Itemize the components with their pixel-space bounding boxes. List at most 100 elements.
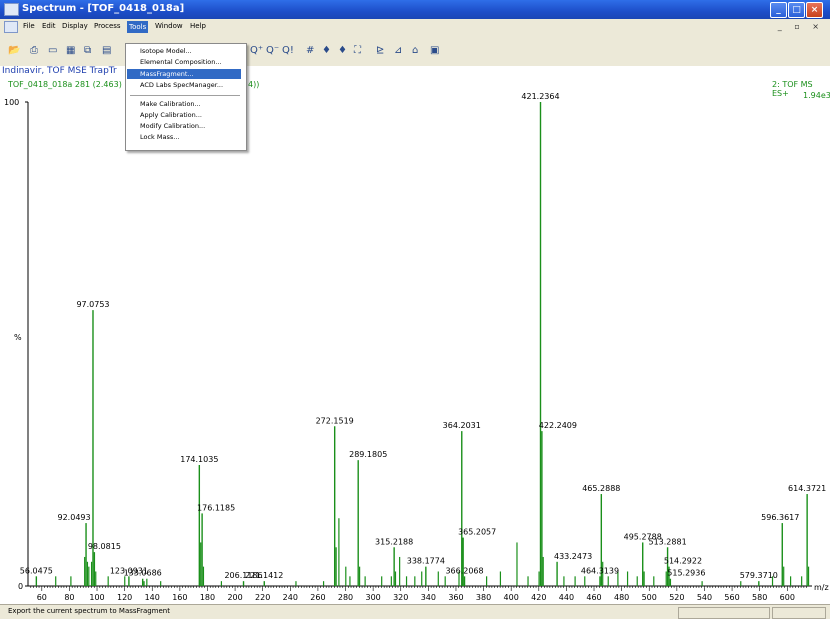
x-tick-label: 320 bbox=[393, 593, 408, 602]
print-preview-icon[interactable]: ▭ bbox=[48, 45, 57, 56]
x-tick-label: 200 bbox=[227, 593, 242, 602]
peak-label: 422.2409 bbox=[539, 421, 577, 430]
menu-help[interactable]: Help bbox=[190, 22, 206, 30]
menu-display[interactable]: Display bbox=[62, 22, 88, 30]
peak-label: 366.2068 bbox=[445, 566, 483, 575]
peak-label: 579.3710 bbox=[740, 571, 778, 580]
y-tick-label: 0 bbox=[18, 582, 23, 591]
zoom-out-icon[interactable]: Q⁻ bbox=[266, 45, 279, 56]
x-tick-label: 60 bbox=[37, 593, 47, 602]
x-tick-label: 440 bbox=[559, 593, 574, 602]
x-tick-label: 560 bbox=[724, 593, 739, 602]
sample-description: Indinavir, TOF MSE TrapTr bbox=[2, 66, 117, 76]
menu-window[interactable]: Window bbox=[155, 22, 183, 30]
zoom-in-icon[interactable]: Q⁺ bbox=[250, 45, 263, 56]
menu-item-lock-mass[interactable]: Lock Mass... bbox=[140, 133, 179, 141]
peak-label: 365.2057 bbox=[458, 528, 496, 537]
peak-icon[interactable]: ⊵ bbox=[376, 45, 384, 56]
peak-label: 514.2922 bbox=[664, 557, 702, 566]
x-axis-unit: m/z bbox=[814, 583, 829, 592]
menu-edit[interactable]: Edit bbox=[42, 22, 56, 30]
peak-label: 133.0686 bbox=[124, 569, 162, 578]
x-tick-label: 300 bbox=[365, 593, 380, 602]
peak-label: 614.3721 bbox=[788, 484, 826, 493]
print-icon[interactable]: ⎙ bbox=[30, 45, 38, 56]
grid-icon[interactable]: # bbox=[306, 45, 314, 56]
x-tick-label: 580 bbox=[752, 593, 767, 602]
peak-label: 98.0815 bbox=[88, 542, 121, 551]
peak-label: 596.3617 bbox=[761, 513, 799, 522]
peak-label: 272.1519 bbox=[316, 416, 354, 425]
x-tick-label: 420 bbox=[531, 593, 546, 602]
menu-process[interactable]: Process bbox=[94, 22, 121, 30]
open-icon[interactable]: 📂 bbox=[8, 45, 20, 56]
peak-label: 176.1185 bbox=[197, 503, 235, 512]
fit-icon[interactable]: ⛶ bbox=[354, 45, 361, 56]
save-icon[interactable]: ▣ bbox=[430, 45, 439, 56]
zoom-reset-icon[interactable]: Q! bbox=[282, 45, 294, 56]
scan-info: TOF_0418_018a 281 (2.463) bbox=[8, 80, 122, 89]
x-tick-label: 120 bbox=[117, 593, 132, 602]
menu-item-isotope-model[interactable]: Isotope Model... bbox=[140, 47, 192, 55]
x-tick-label: 280 bbox=[338, 593, 353, 602]
peak-label: 513.2881 bbox=[648, 537, 686, 546]
scan-info-suffix: 4)) bbox=[248, 80, 260, 89]
menu-item-massfragment[interactable]: MassFragment... bbox=[127, 69, 241, 79]
app-icon bbox=[4, 3, 19, 16]
x-tick-label: 260 bbox=[310, 593, 325, 602]
x-tick-label: 480 bbox=[614, 593, 629, 602]
peak-label: 338.1774 bbox=[407, 557, 445, 566]
peak-label: 289.1805 bbox=[349, 450, 387, 459]
diamond2-icon[interactable]: ♦ bbox=[338, 45, 347, 56]
chart-icon[interactable]: ⊿ bbox=[394, 45, 402, 56]
x-tick-label: 240 bbox=[283, 593, 298, 602]
peak-label: 515.2936 bbox=[667, 569, 705, 578]
window-title: Spectrum - [TOF_0418_018a] bbox=[22, 3, 185, 14]
mdi-window-controls[interactable]: _ ▫ × bbox=[778, 22, 824, 31]
status-pane bbox=[678, 607, 770, 619]
x-tick-label: 380 bbox=[476, 593, 491, 602]
x-tick-label: 360 bbox=[448, 593, 463, 602]
x-tick-label: 80 bbox=[64, 593, 74, 602]
diamond-icon[interactable]: ♦ bbox=[322, 45, 331, 56]
peak-label: 433.2473 bbox=[554, 552, 592, 561]
menu-item-modify-calibration[interactable]: Modify Calibration... bbox=[140, 122, 205, 130]
document-icon bbox=[4, 21, 18, 33]
home-icon[interactable]: ⌂ bbox=[412, 45, 418, 56]
x-tick-label: 460 bbox=[586, 593, 601, 602]
minimize-button[interactable]: _ bbox=[770, 2, 787, 18]
menu-item-apply-calibration[interactable]: Apply Calibration... bbox=[140, 111, 202, 119]
paste-icon[interactable]: ▤ bbox=[102, 45, 111, 56]
menu-file[interactable]: File bbox=[23, 22, 35, 30]
peak-label: 315.2188 bbox=[375, 537, 413, 546]
x-tick-label: 340 bbox=[421, 593, 436, 602]
status-text: Export the current spectrum to MassFragm… bbox=[8, 607, 170, 615]
peak-label: 364.2031 bbox=[443, 421, 481, 430]
x-tick-label: 140 bbox=[145, 593, 160, 602]
y-tick-label: 100 bbox=[4, 98, 19, 107]
menu-separator bbox=[130, 95, 240, 96]
close-button[interactable]: × bbox=[806, 2, 823, 18]
x-tick-label: 600 bbox=[780, 593, 795, 602]
menu-tools[interactable]: Tools bbox=[127, 21, 149, 33]
intensity-label: 1.94e3 bbox=[803, 91, 830, 100]
copy-icon[interactable]: ⧉ bbox=[84, 45, 91, 56]
maximize-button[interactable]: □ bbox=[788, 2, 805, 18]
menu-item-elemental-composition[interactable]: Elemental Composition... bbox=[140, 58, 222, 66]
peak-label: 465.2888 bbox=[582, 484, 620, 493]
x-tick-label: 500 bbox=[642, 593, 657, 602]
copy-picture-icon[interactable]: ▦ bbox=[66, 45, 75, 56]
x-tick-label: 220 bbox=[255, 593, 270, 602]
x-tick-label: 540 bbox=[697, 593, 712, 602]
menu-item-acd-labs[interactable]: ACD Labs SpecManager... bbox=[140, 81, 223, 89]
peak-label: 56.0475 bbox=[20, 566, 53, 575]
menu-item-make-calibration[interactable]: Make Calibration... bbox=[140, 100, 201, 108]
status-bar: Export the current spectrum to MassFragm… bbox=[0, 604, 830, 619]
peak-label: 92.0493 bbox=[58, 513, 91, 522]
x-tick-label: 180 bbox=[200, 593, 215, 602]
menu-bar: File Edit Display Process Tools Window H… bbox=[0, 19, 830, 36]
x-tick-label: 520 bbox=[669, 593, 684, 602]
status-pane bbox=[772, 607, 826, 619]
y-axis-label: % bbox=[14, 333, 22, 342]
peak-label: 174.1035 bbox=[180, 455, 218, 464]
